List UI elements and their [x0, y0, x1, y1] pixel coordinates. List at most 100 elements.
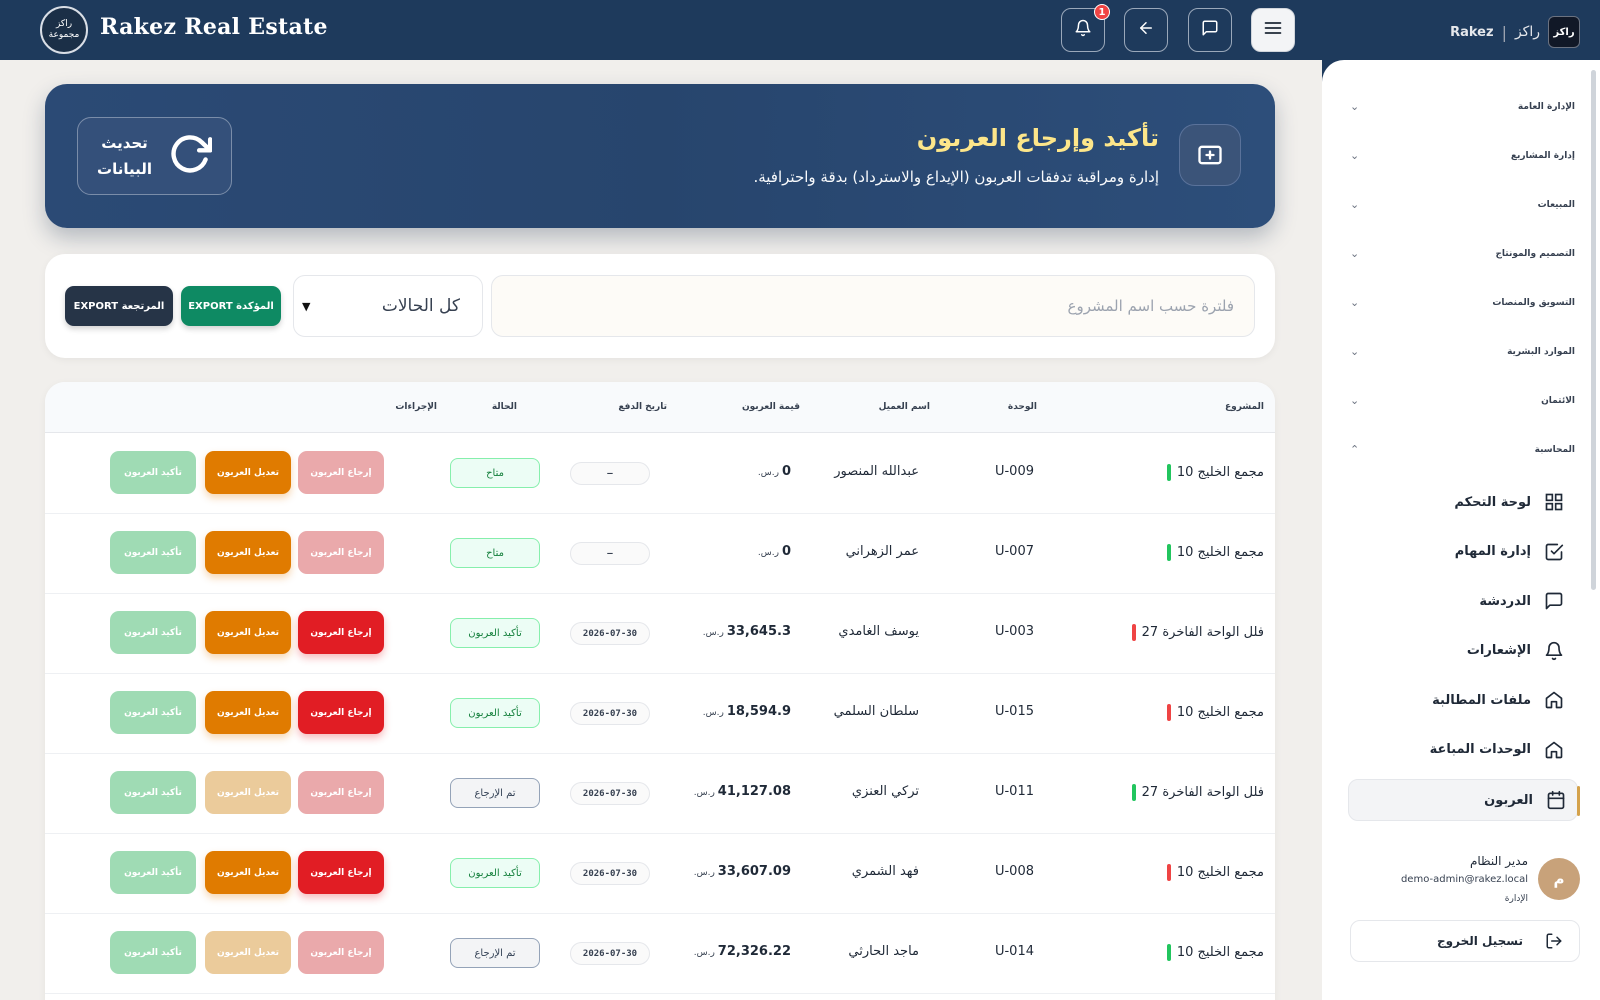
refund-deposit-button[interactable]: إرجاع العربون	[298, 691, 384, 734]
chat-icon	[1543, 590, 1565, 612]
sidebar-section-label: الموارد البشرية	[1507, 346, 1575, 357]
confirm-deposit-button[interactable]: تأكيد العربون	[110, 611, 196, 654]
cell-client: فهد الشمري	[851, 864, 919, 879]
column-header-date: تاريخ الدفع	[618, 402, 667, 412]
project-filter-input[interactable]	[491, 275, 1255, 337]
sidebar-section[interactable]: التسويق والمنصات ⌄	[1350, 296, 1575, 309]
sidebar-section-label: الائتمان	[1541, 395, 1575, 406]
refresh-data-button[interactable]: تحديث البيانات	[77, 117, 232, 195]
sidebar-section-label: التسويق والمنصات	[1492, 297, 1575, 308]
table-row: مجمع الخليج 10 U-009 عبدالله المنصور 0 ر…	[45, 433, 1275, 514]
export-confirmed-button[interactable]: EXPORT المؤكدة	[181, 286, 281, 326]
edit-deposit-button[interactable]: تعديل العربون	[205, 931, 291, 974]
grid-icon	[1543, 491, 1565, 513]
sidebar-brand-en: Rakez	[1450, 24, 1494, 40]
user-panel: م مدير النظام demo-admin@rakez.local الإ…	[1322, 828, 1600, 1000]
refresh-button-label: تحديث البيانات	[97, 130, 152, 182]
sidebar-section[interactable]: إدارة المشاريع ⌄	[1350, 149, 1575, 162]
sidebar-logo: راكز	[1548, 16, 1580, 48]
cell-payment-date: 2026-07-30	[570, 782, 650, 805]
confirm-deposit-button[interactable]: تأكيد العربون	[110, 451, 196, 494]
cell-unit: U-015	[994, 704, 1034, 719]
sidebar-section[interactable]: الإدارة العامة ⌄	[1350, 100, 1575, 113]
sidebar-item[interactable]: الدردشة	[1350, 581, 1575, 621]
logout-label: تسجيل الخروج	[1437, 934, 1523, 948]
sidebar-item[interactable]: الإشعارات	[1350, 631, 1575, 671]
logout-button[interactable]: تسجيل الخروج	[1350, 920, 1580, 962]
column-header-client: اسم العميل	[878, 402, 930, 412]
menu-button[interactable]	[1251, 8, 1295, 52]
edit-deposit-button[interactable]: تعديل العربون	[205, 531, 291, 574]
sidebar-section[interactable]: الائتمان ⌄	[1350, 394, 1575, 407]
status-badge: متاح	[450, 538, 540, 568]
amount-value: 41,127.08	[717, 784, 791, 799]
confirm-deposit-button[interactable]: تأكيد العربون	[110, 771, 196, 814]
chevron-down-icon: ⌄	[1350, 198, 1360, 211]
project-name: مجمع الخليج 10	[1176, 865, 1264, 880]
sidebar-footer: م مدير النظام demo-admin@rakez.local الإ…	[1322, 828, 1600, 1000]
currency-label: ر.س.	[693, 788, 715, 798]
chevron-down-icon: ▼	[302, 299, 311, 313]
sidebar-item[interactable]: لوحة التحكم	[1350, 482, 1575, 522]
confirm-deposit-button[interactable]: تأكيد العربون	[110, 931, 196, 974]
sidebar-scrollbar[interactable]	[1591, 70, 1596, 590]
table-row: مجمع الخليج 10 U-008 فهد الشمري 33,607.0…	[45, 833, 1275, 914]
sidebar-item-label: العربون	[1484, 792, 1533, 808]
edit-deposit-button[interactable]: تعديل العربون	[205, 691, 291, 734]
chevron-down-icon: ⌄	[1350, 345, 1360, 358]
status-filter-select[interactable]: ▼ كل الحالات	[293, 275, 483, 337]
cell-project: فلل الواحة الفاخرة 27	[1131, 784, 1264, 801]
cell-unit: U-011	[994, 784, 1034, 799]
sidebar-item[interactable]: إدارة المهام	[1350, 532, 1575, 572]
sidebar-section-label: إدارة المشاريع	[1510, 150, 1575, 161]
cell-payment-date: 2026-07-30	[570, 942, 650, 965]
chevron-down-icon: ⌄	[1350, 149, 1360, 162]
sidebar-item[interactable]: ملفات المطالبة	[1350, 680, 1575, 720]
currency-label: ر.س.	[702, 628, 724, 638]
refund-deposit-button[interactable]: إرجاع العربون	[298, 851, 384, 894]
sidebar-section[interactable]: المبيعات ⌄	[1350, 198, 1575, 211]
cell-payment-date: —	[570, 542, 650, 565]
edit-deposit-button[interactable]: تعديل العربون	[205, 851, 291, 894]
project-status-indicator	[1166, 704, 1171, 721]
edit-deposit-button[interactable]: تعديل العربون	[205, 611, 291, 654]
sidebar-section[interactable]: التصميم والمونتاج ⌄	[1350, 247, 1575, 260]
chat-icon	[1201, 19, 1219, 41]
refund-deposit-button[interactable]: إرجاع العربون	[298, 931, 384, 974]
sidebar-item[interactable]: العربون	[1348, 779, 1580, 821]
refund-deposit-button[interactable]: إرجاع العربون	[298, 771, 384, 814]
table-row: مجمع الخليج 10 U-015 سلطان السلمي 18,594…	[45, 673, 1275, 754]
sidebar-brand: Rakez | راكز راكز	[1450, 16, 1580, 48]
back-button[interactable]	[1124, 8, 1168, 52]
sidebar-section[interactable]: المحاسبة ⌃	[1350, 443, 1575, 456]
export-refunded-button[interactable]: EXPORT المرتجعة	[65, 286, 173, 326]
cell-project: مجمع الخليج 10	[1166, 544, 1264, 561]
bell-icon	[1543, 640, 1565, 662]
confirm-deposit-button[interactable]: تأكيد العربون	[110, 531, 196, 574]
sidebar-section[interactable]: الموارد البشرية ⌄	[1350, 345, 1575, 358]
column-header-status: الحالة	[491, 402, 517, 412]
chat-button[interactable]	[1188, 8, 1232, 52]
status-badge: متاح	[450, 458, 540, 488]
refund-deposit-button[interactable]: إرجاع العربون	[298, 531, 384, 574]
cell-amount: 41,127.08 ر.س.	[694, 784, 791, 799]
confirm-deposit-button[interactable]: تأكيد العربون	[110, 691, 196, 734]
edit-deposit-button[interactable]: تعديل العربون	[205, 451, 291, 494]
refund-deposit-button[interactable]: إرجاع العربون	[298, 611, 384, 654]
confirm-deposit-button[interactable]: تأكيد العربون	[110, 851, 196, 894]
status-badge: تأكيد العربون	[450, 698, 540, 728]
cell-amount: 18,594.9 ر.س.	[703, 704, 791, 719]
notifications-button[interactable]: 1	[1061, 4, 1110, 52]
logout-icon	[1543, 930, 1565, 952]
amount-value: 33,645.3	[726, 624, 791, 639]
top-bar: راكز مجموعة Rakez Real Estate 1	[0, 0, 1322, 60]
home-icon	[1543, 739, 1565, 761]
sidebar-item[interactable]: الوحدات المباعة	[1350, 730, 1575, 770]
project-name: مجمع الخليج 10	[1176, 465, 1264, 480]
refund-deposit-button[interactable]: إرجاع العربون	[298, 451, 384, 494]
cell-amount: 33,645.3 ر.س.	[703, 624, 791, 639]
project-status-indicator	[1166, 944, 1171, 961]
project-status-indicator	[1131, 624, 1136, 641]
sidebar: Rakez | راكز راكز الإدارة العامة ⌄ إدارة…	[1322, 0, 1600, 1000]
edit-deposit-button[interactable]: تعديل العربون	[205, 771, 291, 814]
